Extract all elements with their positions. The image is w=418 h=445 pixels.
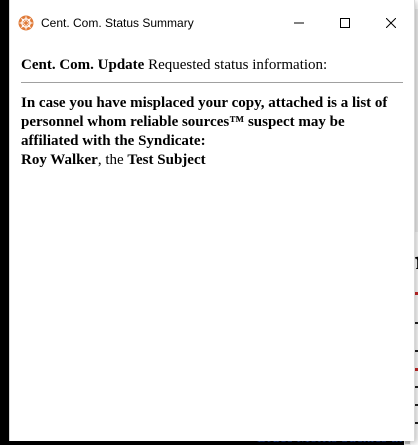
window-controls — [276, 0, 414, 46]
update-text: Requested status information: — [148, 57, 328, 73]
suspect-role: Test Subject — [127, 152, 206, 168]
update-header: Cent. Com. Update Requested status infor… — [21, 56, 403, 74]
suspect-separator: , the — [97, 152, 128, 168]
window-content: Cent. Com. Update Requested status infor… — [10, 46, 414, 170]
close-icon — [386, 18, 396, 28]
suspect-name: Roy Walker — [21, 152, 98, 168]
maximize-icon — [340, 18, 350, 28]
minimize-button[interactable] — [276, 0, 322, 46]
title-bar[interactable]: Cent. Com. Status Summary — [10, 0, 414, 46]
suspect-entry: Roy Walker, the Test Subject — [21, 151, 403, 170]
close-button[interactable] — [368, 0, 414, 46]
minimize-icon — [294, 18, 304, 28]
maximize-button[interactable] — [322, 0, 368, 46]
divider — [21, 82, 403, 83]
update-label: Cent. Com. Update — [21, 57, 145, 73]
orange-gear-icon — [18, 15, 34, 31]
status-summary-window: Cent. Com. Status Summary Cent. Com. Upd… — [9, 0, 415, 441]
suspect-message: In case you have misplaced your copy, at… — [21, 95, 388, 149]
window-title: Cent. Com. Status Summary — [41, 16, 194, 30]
